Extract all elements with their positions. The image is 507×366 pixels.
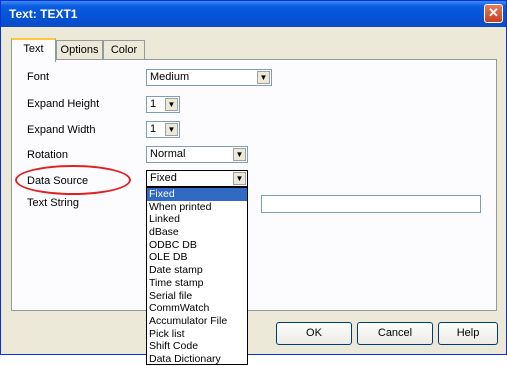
rotation-value: Normal [150,148,186,160]
dropdown-option-linked[interactable]: Linked [147,213,247,226]
chevron-down-icon[interactable]: ▼ [165,98,178,111]
dropdown-option-shift-code[interactable]: Shift Code [147,340,247,353]
tab-text[interactable]: Text [11,38,56,62]
chevron-down-icon[interactable]: ▼ [165,123,178,136]
chevron-down-icon[interactable]: ▼ [257,71,270,84]
dropdown-option-data-dictionary[interactable]: Data Dictionary [147,353,247,366]
expand-width-value: 1 [150,123,157,135]
dropdown-option-fixed[interactable]: Fixed [147,188,247,201]
rotation-select[interactable]: Normal ▼ [146,146,248,163]
rotation-label: Rotation [27,149,68,161]
cancel-button[interactable]: Cancel [357,322,433,345]
dropdown-option-when-printed[interactable]: When printed [147,201,247,214]
dropdown-option-date-stamp[interactable]: Date stamp [147,264,247,277]
window-title: Text: TEXT1 [9,7,78,21]
dropdown-option-accumulator-file[interactable]: Accumulator File [147,315,247,328]
data-source-value: Fixed [150,172,177,184]
data-source-select[interactable]: Fixed ▼ [146,170,248,187]
dropdown-option-pick-list[interactable]: Pick list [147,328,247,341]
expand-height-select[interactable]: 1 ▼ [146,96,180,113]
text-string-label: Text String [27,197,79,209]
chevron-down-icon[interactable]: ▼ [233,172,246,185]
tab-color[interactable]: Color [103,40,145,60]
font-value: Medium [150,71,190,83]
dropdown-option-serial-file[interactable]: Serial file [147,290,247,303]
title-bar: Text: TEXT1 ✕ [1,1,506,27]
dropdown-option-time-stamp[interactable]: Time stamp [147,277,247,290]
expand-height-value: 1 [150,98,157,110]
dropdown-option-ole-db[interactable]: OLE DB [147,251,247,264]
ok-button[interactable]: OK [276,322,352,345]
expand-width-label: Expand Width [27,124,96,136]
expand-width-select[interactable]: 1 ▼ [146,121,180,138]
font-label: Font [27,71,50,83]
dropdown-option-odbc-db[interactable]: ODBC DB [147,239,247,252]
dialog-window: Text: TEXT1 ✕ Text Options Color Font Me… [0,0,507,365]
chevron-down-icon[interactable]: ▼ [233,148,246,161]
help-button[interactable]: Help [438,322,498,345]
text-string-input[interactable] [261,195,481,213]
close-icon[interactable]: ✕ [484,4,503,23]
dropdown-option-dbase[interactable]: dBase [147,226,247,239]
dropdown-option-commwatch[interactable]: CommWatch [147,302,247,315]
annotation-ellipse [15,165,131,195]
tab-options[interactable]: Options [56,40,103,60]
expand-height-label: Expand Height [27,98,100,110]
data-source-dropdown-list[interactable]: Fixed When printed Linked dBase ODBC DB … [146,187,248,365]
font-select[interactable]: Medium ▼ [146,69,272,86]
